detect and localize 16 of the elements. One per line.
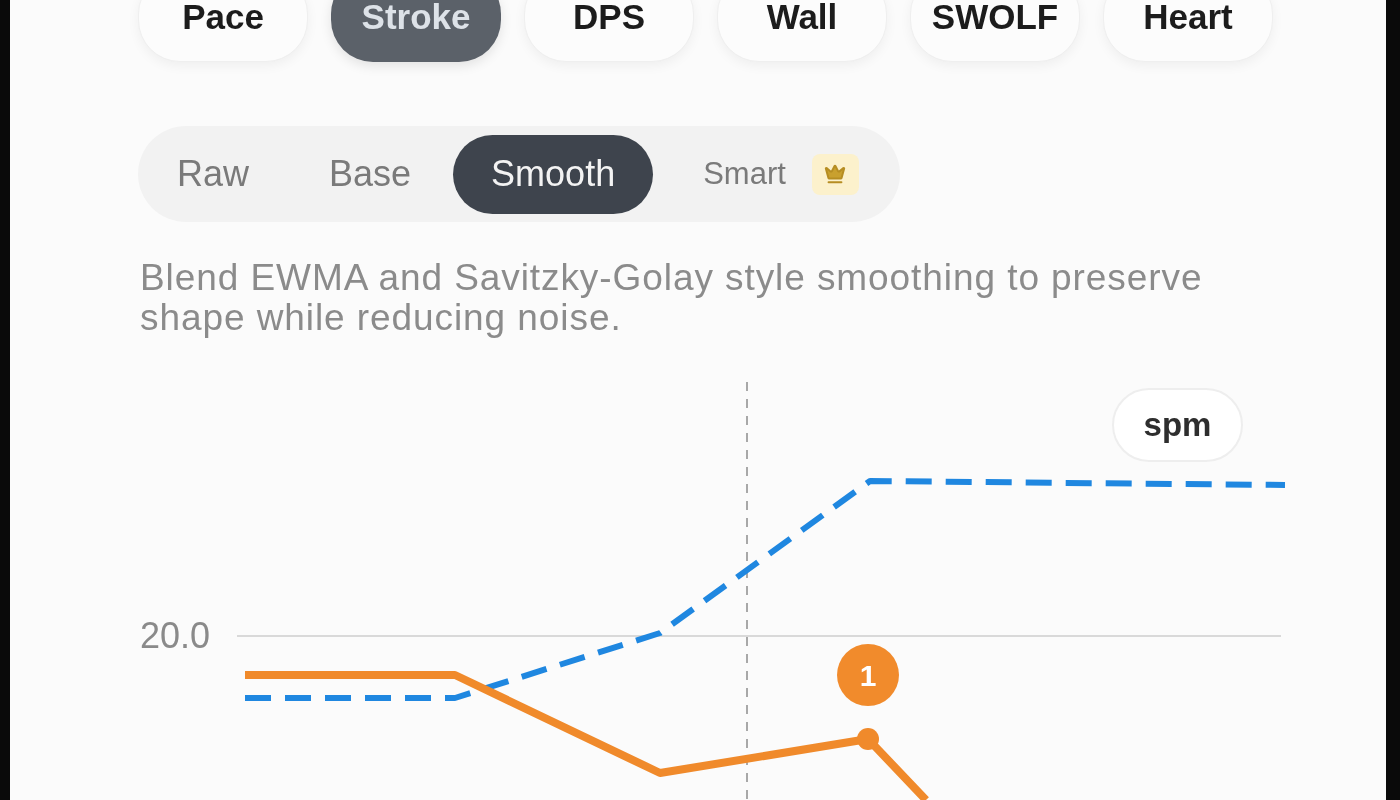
metric-tab[interactable]: SWOLF	[910, 0, 1080, 62]
mode-tab[interactable]: Smart	[657, 134, 889, 214]
unit-badge: spm	[1112, 388, 1243, 462]
axis-tick-label: 20.0	[140, 618, 211, 654]
crown-icon	[811, 153, 859, 195]
metric-tab[interactable]: DPS	[524, 0, 694, 62]
description-text: Blend EWMA and Savitzky-Golay style smoothing to preserve shape while reducing noise.	[140, 258, 1204, 338]
metric-tab[interactable]: Pace	[138, 0, 308, 62]
metric-tab[interactable]: Heart	[1103, 0, 1273, 62]
metric-tab[interactable]: Stroke	[331, 0, 501, 62]
mode-tab[interactable]: Raw	[139, 134, 288, 214]
point-marker-icon	[857, 728, 879, 750]
mode-tab[interactable]: Base	[291, 134, 450, 214]
marker-badge: 1	[837, 644, 899, 706]
mode-tab[interactable]: Smooth	[453, 134, 654, 214]
metric-tab[interactable]: Wall	[717, 0, 887, 62]
